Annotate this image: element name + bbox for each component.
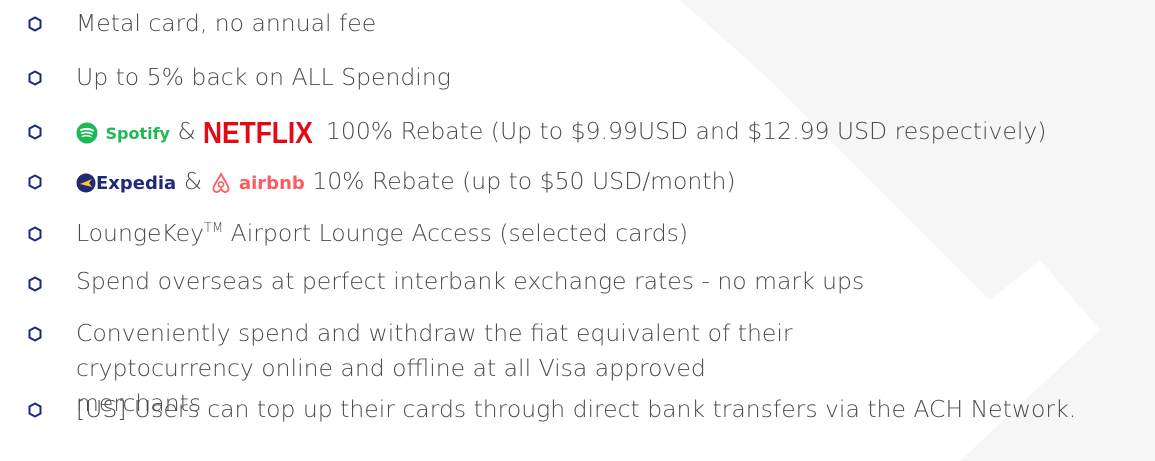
hexagon-bullet-icon [28,16,42,32]
expedia-wordmark: Expedia [96,172,177,194]
spotify-wordmark: Spotify [105,123,170,143]
feature-text: [US] Users can top up their cards throug… [76,395,1077,423]
hexagon-bullet-icon [28,276,42,292]
hexagon-bullet-icon [28,226,42,242]
ampersand: & [177,117,196,145]
feature-text: Up to 5% back on ALL Spending [76,63,451,91]
feature-text: Spotify & NETFLIX 100% Rebate (Up to $9.… [76,114,1149,151]
netflix-logo: NETFLIX [203,115,314,150]
airbnb-logo: airbnb [210,165,305,201]
feature-list: Metal card, no annual fee Up to 5% back … [0,0,1155,461]
feature-text: Spend overseas at perfect interbank exch… [76,267,865,295]
ampersand: & [183,167,203,195]
spotify-icon [76,122,98,144]
hexagon-bullet-icon [28,174,42,190]
hexagon-bullet-icon [28,124,42,140]
rebate-text: 100% Rebate (Up to $9.99USD and $12.99 U… [325,117,1047,145]
hexagon-bullet-icon [28,70,42,86]
feature-text: Expedia & airbnb 10% Rebate (up to $50 U… [76,164,1149,201]
hexagon-bullet-icon [28,402,42,418]
expedia-logo: Expedia [76,165,176,201]
spotify-logo: Spotify [76,115,170,151]
feature-text: Metal card, no annual fee [76,9,377,37]
lounge-access-text: Airport Lounge Access (selected cards) [223,219,689,247]
hexagon-bullet-icon [28,326,42,342]
expedia-plane-icon [76,173,96,193]
airbnb-icon [212,171,229,193]
loungekey-text: LoungeKey [76,219,205,247]
feature-text: LoungeKeyTM Airport Lounge Access (selec… [76,216,1149,251]
airbnb-wordmark: airbnb [238,172,305,194]
rebate-text: 10% Rebate (up to $50 USD/month) [312,167,736,195]
trademark-superscript: TM [204,221,224,237]
